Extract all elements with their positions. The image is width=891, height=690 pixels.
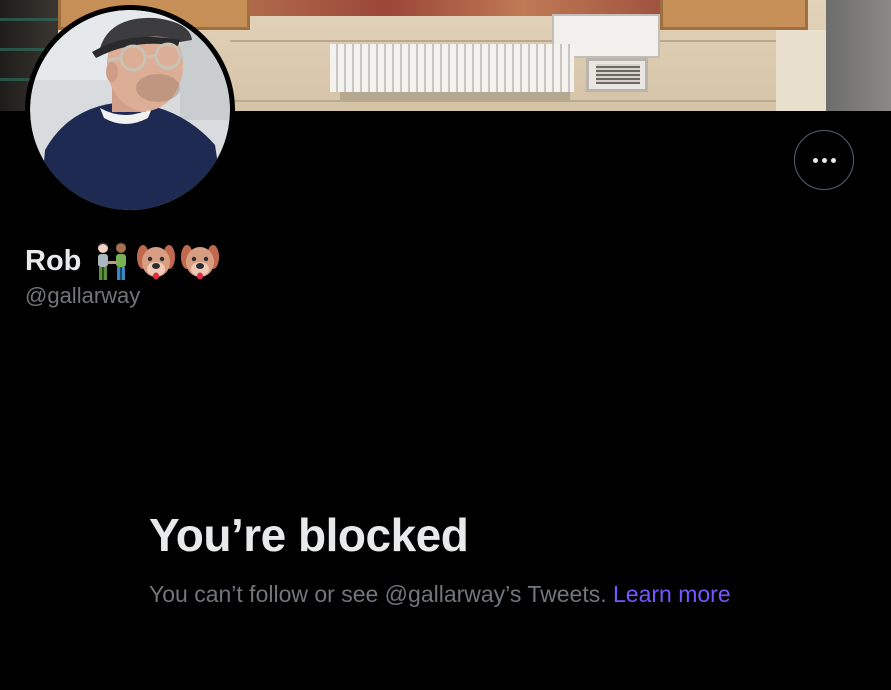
banner-awning-shadow — [340, 92, 570, 100]
avatar-photo — [30, 10, 230, 210]
banner-window-frame — [660, 0, 808, 30]
banner-ac-grill — [596, 64, 640, 84]
name-emojis — [93, 241, 220, 281]
profile-display-name: Rob — [25, 240, 220, 282]
blocked-title: You’re blocked — [149, 509, 469, 561]
blocked-message: You can’t follow or see @gallarway’s Twe… — [149, 578, 749, 611]
learn-more-link[interactable]: Learn more — [613, 581, 731, 607]
blocked-message-text: You can’t follow or see @gallarway’s Twe… — [149, 581, 607, 607]
profile-avatar[interactable] — [25, 5, 235, 215]
dog-face-icon — [181, 245, 220, 280]
banner-ledge — [230, 40, 790, 42]
people-holding-hands-icon — [98, 242, 127, 280]
banner-rail — [0, 18, 58, 21]
more-horizontal-icon — [812, 157, 836, 163]
banner-door — [826, 0, 891, 111]
banner-corrugated-awning — [330, 44, 574, 92]
banner-ledge — [230, 100, 790, 102]
more-options-button[interactable] — [794, 130, 854, 190]
display-name-text: Rob — [25, 244, 82, 277]
profile-handle: @gallarway — [25, 283, 141, 308]
dog-face-icon — [137, 245, 176, 280]
banner-wall-trim — [776, 30, 826, 111]
